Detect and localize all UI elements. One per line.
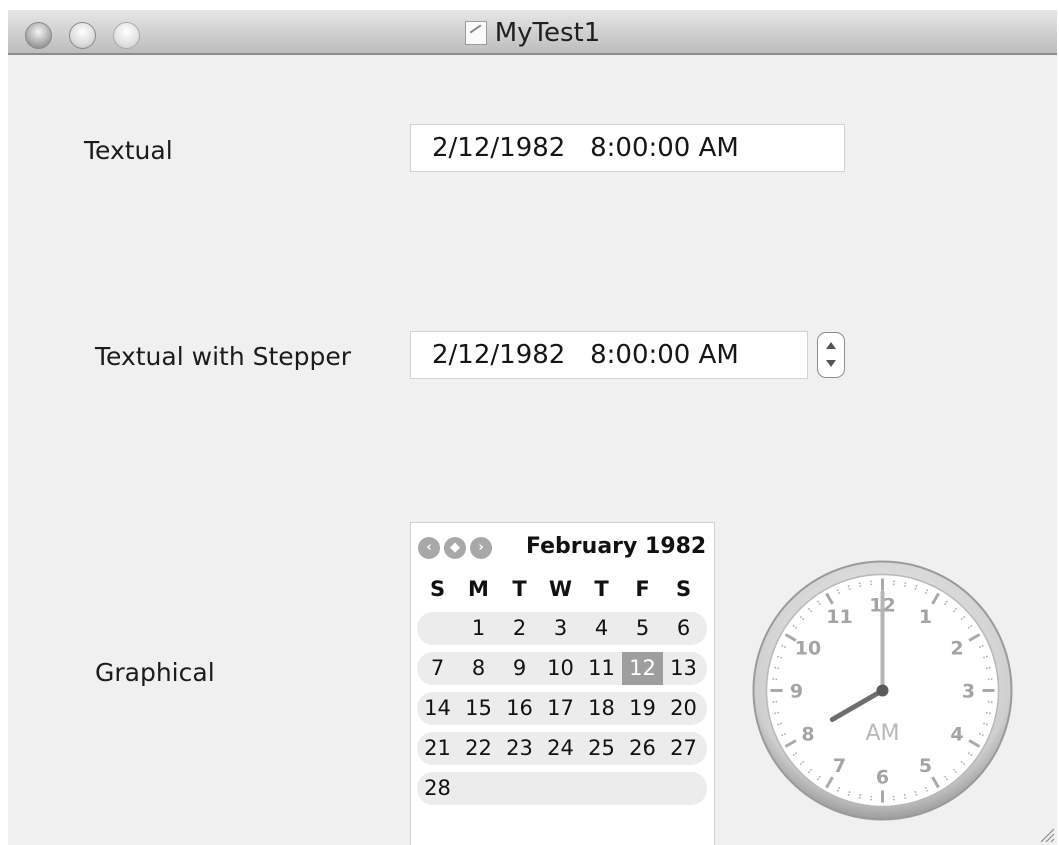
- clock-numeral: 1: [919, 606, 932, 628]
- calendar-week-row: 14 15 16 17 18 19 20: [417, 692, 707, 725]
- calendar-day[interactable]: 17: [540, 692, 581, 725]
- stepper-down-arrow-icon[interactable]: [826, 360, 836, 367]
- today-icon[interactable]: ◆: [444, 537, 466, 559]
- document-icon: [464, 20, 487, 45]
- calendar-day[interactable]: 20: [663, 692, 704, 725]
- stepper-date-field[interactable]: 2/12/1982 8:00:00 AM: [410, 331, 808, 379]
- calendar-empty-cell: [622, 772, 663, 805]
- calendar-day[interactable]: 25: [581, 732, 622, 765]
- calendar-week-row: 123456: [417, 612, 707, 645]
- calendar-empty-cell: [499, 772, 540, 805]
- calendar-day[interactable]: 2: [499, 612, 540, 645]
- calendar-day[interactable]: 14: [417, 692, 458, 725]
- weekday-label: T: [512, 577, 527, 601]
- calendar-day[interactable]: 24: [540, 732, 581, 765]
- clock-numeral: 7: [833, 755, 846, 777]
- calendar-month-year: February 1982: [526, 534, 707, 559]
- calendar-day[interactable]: 4: [581, 612, 622, 645]
- calendar-day[interactable]: 21: [417, 732, 458, 765]
- calendar-grid: S M T W T F S 1 2 3 4 5 6 7 8 9 10 11 12 13 14 15 16 17 1…: [417, 573, 707, 805]
- calendar-day[interactable]: 19: [622, 692, 663, 725]
- analog-clock: 121234567891011 AM: [752, 560, 1013, 821]
- calendar-day[interactable]: 9: [499, 652, 540, 685]
- calendar-empty-cell: [458, 772, 499, 805]
- next-month-icon[interactable]: ›: [470, 537, 492, 559]
- stepper-label: Textual with Stepper: [95, 342, 352, 371]
- clock-numeral: 5: [919, 755, 932, 777]
- calendar-picker[interactable]: ‹ ◆ › February 1982 S M T W T F S 123456…: [410, 522, 715, 845]
- clock-numeral: 4: [950, 724, 963, 746]
- clock-numeral: 10: [795, 638, 821, 660]
- calendar-day[interactable]: 7: [417, 652, 458, 685]
- calendar-day[interactable]: 13: [663, 652, 704, 685]
- calendar-day[interactable]: 1: [458, 612, 499, 645]
- calendar-day[interactable]: 22: [458, 732, 499, 765]
- clock-numeral: 8: [801, 724, 814, 746]
- calendar-day[interactable]: 18: [581, 692, 622, 725]
- calendar-day[interactable]: 8: [458, 652, 499, 685]
- weekday-label: T: [594, 577, 609, 601]
- calendar-weeks: 1 2 3 4 5 6 7 8 9 10 11 12 13 14 15 16 17 18 19 20 21 22 23 24 2…: [417, 612, 707, 805]
- calendar-week-row: 7 8 9 10 11 12 13: [417, 652, 707, 685]
- weekday-label: W: [548, 577, 573, 601]
- calendar-day[interactable]: 23: [499, 732, 540, 765]
- calendar-day[interactable]: 3: [540, 612, 581, 645]
- resize-grip-icon[interactable]: [1037, 825, 1055, 843]
- calendar-day[interactable]: 6: [663, 612, 704, 645]
- calendar-day[interactable]: 16: [499, 692, 540, 725]
- calendar-day[interactable]: 11: [581, 652, 622, 685]
- date-stepper[interactable]: [817, 332, 845, 378]
- calendar-day[interactable]: 15: [458, 692, 499, 725]
- weekday-header-row: S M T W T F S: [417, 573, 707, 605]
- calendar-empty-cell: [417, 612, 458, 645]
- clock-numeral: 3: [962, 681, 975, 703]
- weekday-label: S: [429, 577, 446, 601]
- clock-numeral: 9: [790, 681, 803, 703]
- clock-numeral: 11: [826, 606, 852, 628]
- weekday-label: M: [468, 577, 489, 601]
- clock-numeral: 6: [876, 767, 889, 789]
- weekday-label: F: [635, 577, 650, 601]
- calendar-day[interactable]: 12: [622, 652, 663, 685]
- calendar-day[interactable]: 5: [622, 612, 663, 645]
- textual-label: Textual: [84, 136, 173, 165]
- stepper-up-arrow-icon[interactable]: [826, 342, 836, 349]
- calendar-week-row: 28: [417, 772, 707, 805]
- calendar-empty-cell: [540, 772, 581, 805]
- window-title: MyTest1: [494, 17, 601, 48]
- graphical-label: Graphical: [95, 658, 215, 687]
- clock-center-pin: [876, 684, 889, 697]
- previous-month-icon[interactable]: ‹: [418, 537, 440, 559]
- app-window: MyTest1 Textual 2/12/1982 8:00:00 AM Tex…: [8, 10, 1057, 845]
- calendar-day[interactable]: 26: [622, 732, 663, 765]
- calendar-day[interactable]: 10: [540, 652, 581, 685]
- calendar-day[interactable]: 27: [663, 732, 704, 765]
- calendar-day[interactable]: 28: [417, 772, 458, 805]
- calendar-week-row: 21 22 23 24 25 26 27: [417, 732, 707, 765]
- calendar-empty-cell: [581, 772, 622, 805]
- calendar-empty-cell: [663, 772, 704, 805]
- textual-date-field[interactable]: 2/12/1982 8:00:00 AM: [410, 124, 845, 172]
- clock-period: AM: [865, 721, 899, 746]
- title-bar[interactable]: MyTest1: [8, 10, 1057, 55]
- title-area: MyTest1: [8, 10, 1057, 55]
- clock-numeral: 2: [950, 638, 963, 660]
- weekday-label: S: [675, 577, 692, 601]
